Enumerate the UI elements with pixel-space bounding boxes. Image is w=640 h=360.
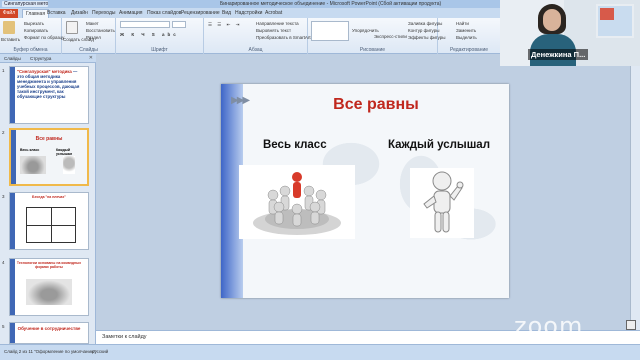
list-buttons[interactable]: ☰ ☰ ⇤ ⇥ (208, 22, 241, 28)
close-icon[interactable]: ✕ (89, 55, 93, 62)
align-text-button[interactable]: Выровнять текст (256, 28, 291, 34)
slide-label-right: Каждый услышал (388, 139, 491, 151)
tab-home[interactable]: Главная (22, 9, 50, 18)
group-label: Слайды (79, 47, 98, 53)
group-drawing: Упорядочить Экспресс-стили Заливка фигур… (308, 18, 446, 54)
select-button[interactable]: Выделить (456, 35, 477, 41)
copy-button[interactable]: Копировать (24, 28, 48, 34)
thumb-grid (26, 207, 76, 243)
tab-transitions[interactable]: Переходы (92, 9, 115, 18)
group-label: Абзац (248, 47, 263, 53)
document-tab[interactable]: Сингапурская методи... (2, 1, 48, 7)
cut-button[interactable]: Вырезать (24, 21, 44, 27)
slide-thumbnail-4[interactable]: Технологии основаны на командных формах … (9, 258, 89, 316)
thumb-title: Технологии основаны на командных формах … (16, 261, 82, 269)
status-theme: "Оформление по умолчанию" (34, 349, 97, 354)
fit-slide-icon[interactable] (626, 320, 636, 330)
replace-button[interactable]: Заменить (456, 28, 476, 34)
slide-number: 2 (2, 130, 5, 135)
slide-canvas-right (500, 66, 640, 330)
format-painter-button[interactable]: Формат по образцу (24, 35, 64, 41)
slide-number: 5 (2, 324, 5, 329)
group-label: Буфер обмена (13, 47, 48, 53)
tab-view[interactable]: Вид (222, 9, 231, 18)
shape-outline-button[interactable]: Контур фигуры (408, 28, 439, 34)
group-paragraph: Направление текста Выровнять текст Преоб… (204, 18, 311, 54)
paste-icon[interactable] (3, 21, 15, 34)
tab-design[interactable]: Дизайн (71, 9, 88, 18)
slide-thumbnail-5[interactable]: Обучение в сотрудничестве (9, 322, 89, 344)
tab-acrobat[interactable]: Acrobat (265, 9, 282, 18)
tab-animation[interactable]: Анимация (119, 9, 142, 18)
slide-title: Все равны (333, 96, 419, 113)
thumb-title: Беседа "на плечах" (32, 195, 66, 199)
smartart-button[interactable]: Преобразовать в SmartArt (256, 35, 311, 41)
slide-number: 1 (2, 68, 5, 73)
tab-outline[interactable]: Структура (30, 55, 51, 62)
tab-review[interactable]: Рецензирование (181, 9, 220, 18)
thumb-image (20, 156, 46, 174)
tab-file[interactable]: Файл (0, 9, 18, 18)
reset-button[interactable]: Восстановить (86, 28, 115, 34)
status-bar: Слайд 2 из 11 "Оформление по умолчанию" … (0, 344, 640, 360)
thumb-stripe (10, 193, 15, 249)
notes-placeholder: Заметки к слайду (102, 334, 147, 340)
panel-tabs: Слайды Структура ✕ (0, 54, 96, 63)
group-slides: Создать слайд Макет Восстановить Раздел … (62, 18, 116, 54)
slide-number: 4 (2, 260, 5, 265)
group-font: Ж К Ч S abc Шрифт (116, 18, 204, 54)
current-slide[interactable]: ▶▶▶ Все равны Весь класс Каждый услышал (221, 84, 509, 298)
vertical-scrollbar[interactable] (630, 66, 640, 330)
tab-addins[interactable]: Надстройки (235, 9, 262, 18)
status-language[interactable]: русский (92, 349, 108, 354)
new-slide-icon[interactable] (66, 21, 78, 34)
slides-panel: Слайды Структура ✕ 1 "Сингапурская" мето… (0, 54, 96, 344)
slide-thumbnail-3[interactable]: Беседа "на плечах" (9, 192, 89, 250)
zoom-watermark: zoom (514, 312, 584, 340)
thumb-title: Все равны (35, 136, 63, 142)
participant-name: Денежкина П... (528, 49, 589, 60)
video-window (596, 4, 634, 38)
shapes-gallery[interactable] (311, 21, 349, 41)
slide-thumbnail-1[interactable]: "Сингапурская" методика — это общая мето… (9, 66, 89, 124)
ribbon: Вставить Вырезать Копировать Формат по о… (0, 18, 500, 54)
thumb-image (63, 156, 75, 174)
group-editing: Найти Заменить Выделить Редактирование (438, 18, 500, 54)
tab-slides[interactable]: Слайды (4, 55, 21, 62)
group-label: Редактирование (449, 47, 489, 53)
video-participant-tile[interactable]: Денежкина П... (500, 0, 640, 66)
group-clipboard: Вставить Вырезать Копировать Формат по о… (0, 18, 64, 54)
text-direction-button[interactable]: Направление текста (256, 21, 299, 27)
slide-number: 3 (2, 194, 5, 199)
thumb-label: Весь класс (20, 148, 40, 152)
thumb-label: Каждый услышал (56, 148, 73, 156)
thumbs-up-figure-image (410, 168, 474, 238)
status-slide-count: Слайд 2 из 11 (4, 349, 34, 354)
find-button[interactable]: Найти (456, 21, 469, 27)
tab-slideshow[interactable]: Показ слайдов (147, 9, 181, 18)
group-label: Рисование (359, 47, 386, 53)
font-family-select[interactable] (120, 21, 170, 28)
tab-insert[interactable]: Вставка (47, 9, 66, 18)
quick-styles-button[interactable]: Экспресс-стили (374, 34, 407, 40)
slide-label-left: Весь класс (263, 139, 327, 151)
thumb-title: Обучение в сотрудничестве (17, 326, 81, 331)
thumb-stripe (10, 67, 15, 123)
thumb-text: "Сингапурская" методика — это общая мето… (17, 69, 80, 99)
font-size-select[interactable] (172, 21, 186, 28)
font-format-buttons[interactable]: Ж К Ч S abc (120, 32, 179, 38)
thumb-image (26, 279, 72, 305)
group-figures-image (239, 165, 355, 239)
paste-button[interactable]: Вставить (1, 37, 20, 43)
section-button[interactable]: Раздел (86, 35, 101, 41)
participant-face (543, 9, 561, 31)
window-title: Бинарированное методическое объединение … (220, 1, 442, 7)
layout-button[interactable]: Макет (86, 21, 99, 27)
group-label: Шрифт (151, 47, 168, 53)
slide-thumbnail-2[interactable]: Все равны Весь класс Каждый услышал (9, 128, 89, 186)
